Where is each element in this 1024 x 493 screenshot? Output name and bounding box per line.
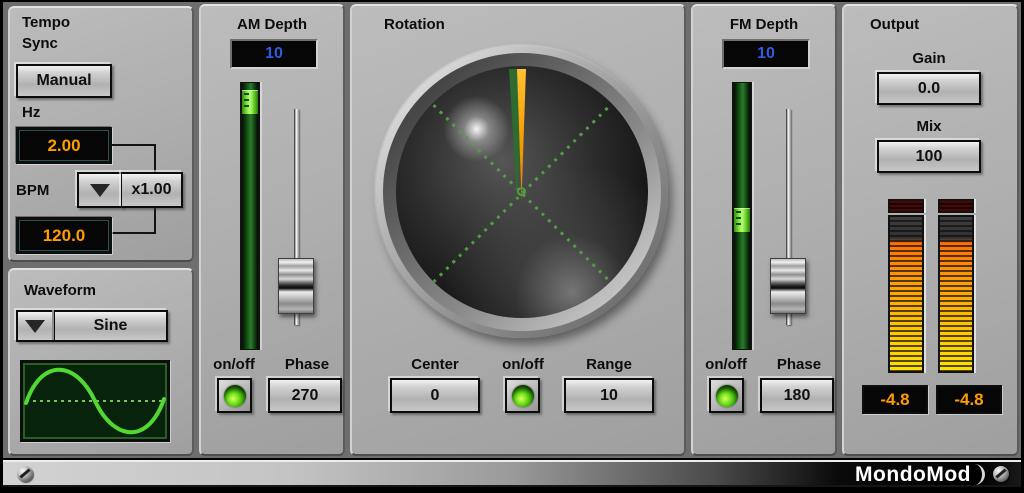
fm-depth-panel: FM Depth 10 on/off Phase 180 [691, 4, 837, 456]
gain-button[interactable]: 0.0 [877, 72, 981, 105]
rotation-heading: Rotation [384, 16, 445, 33]
screw-icon [993, 466, 1009, 482]
output-level-right-value: -4.8 [954, 390, 983, 410]
hz-display[interactable]: 2.00 [16, 127, 112, 164]
bottom-bar: MondoMod [3, 460, 1021, 487]
bpm-value: 120.0 [43, 226, 86, 246]
crosshair-center-icon [517, 187, 526, 196]
hz-to-multiplier-connector [112, 144, 156, 172]
rotation-ball-ring [383, 53, 661, 331]
logo-end-cap [973, 464, 985, 485]
fm-onoff-led-icon [716, 385, 738, 407]
hz-label: Hz [22, 104, 40, 121]
screw-slot [995, 468, 1006, 478]
dropdown-arrow-icon [25, 320, 45, 333]
bpm-display[interactable]: 120.0 [16, 217, 112, 254]
waveform-select[interactable]: Sine [54, 310, 168, 342]
am-depth-panel: AM Depth 10 on/off Phase 270 [199, 4, 345, 456]
sine-wave-graphic [23, 363, 167, 439]
tempo-sync-mode-button[interactable]: Manual [16, 64, 112, 98]
mix-label: Mix [877, 118, 981, 135]
rotation-onoff-led-icon [512, 385, 534, 407]
am-heading: AM Depth [201, 16, 343, 33]
meter-level-segments [888, 215, 924, 373]
bpm-multiplier-value: x1.00 [131, 181, 171, 199]
waveform-heading: Waveform [24, 282, 96, 299]
am-onoff-label: on/off [203, 356, 265, 373]
output-level-left-value: -4.8 [880, 390, 909, 410]
rotation-center-label: Center [390, 356, 480, 373]
meter-level-segments [938, 215, 974, 373]
am-depth-value: 10 [265, 45, 283, 63]
rotation-ball-control[interactable] [396, 66, 648, 318]
waveform-scope-display [20, 360, 170, 442]
am-phase-value: 270 [292, 387, 319, 405]
am-onoff-button[interactable] [217, 378, 252, 413]
rotation-onoff-button[interactable] [505, 378, 540, 413]
output-meter-left [888, 199, 924, 373]
mix-value: 100 [916, 148, 943, 166]
output-heading: Output [870, 16, 919, 33]
bpm-to-multiplier-connector [112, 206, 156, 234]
am-onoff-led-icon [224, 385, 246, 407]
fm-slider-handle[interactable] [770, 258, 806, 314]
output-meter-right [938, 199, 974, 373]
fm-heading: FM Depth [693, 16, 835, 33]
output-level-readout-right[interactable]: -4.8 [936, 385, 1002, 414]
meter-clip-segment [938, 199, 974, 213]
am-phase-label: Phase [271, 356, 343, 373]
waveform-panel: Waveform Sine [8, 268, 194, 456]
screw-slot [19, 468, 30, 478]
waveform-dropdown-button[interactable] [16, 310, 54, 342]
bar-handle-ticks [244, 93, 249, 111]
fm-phase-value: 180 [784, 387, 811, 405]
fm-phase-label: Phase [763, 356, 835, 373]
mix-button[interactable]: 100 [877, 140, 981, 173]
gain-value: 0.0 [918, 80, 940, 98]
waveform-selected-value: Sine [94, 317, 128, 335]
rotation-center-button[interactable]: 0 [390, 378, 480, 413]
fm-depth-value: 10 [757, 45, 775, 63]
screw-icon [17, 466, 33, 482]
rotation-range-button[interactable]: 10 [564, 378, 654, 413]
rotation-center-value: 0 [431, 387, 440, 405]
bar-handle-ticks [736, 211, 741, 229]
am-depth-display[interactable]: 10 [230, 39, 318, 69]
tempo-sync-panel: Tempo Sync Manual Hz 2.00 BPM x1.00 120.… [8, 6, 194, 262]
meter-clip-segment [888, 199, 924, 213]
output-level-readout-left[interactable]: -4.8 [862, 385, 928, 414]
rotation-onoff-label: on/off [496, 356, 550, 373]
tempo-heading-line1: Tempo [22, 14, 70, 31]
plugin-window: Tempo Sync Manual Hz 2.00 BPM x1.00 120.… [0, 0, 1024, 493]
fm-depth-display[interactable]: 10 [722, 39, 810, 69]
am-phase-button[interactable]: 270 [268, 378, 342, 413]
rotation-ball-bezel [376, 46, 668, 338]
am-depth-level-bar[interactable] [240, 82, 260, 350]
tempo-heading-line2: Sync [22, 35, 58, 52]
plugin-logo: MondoMod [855, 463, 971, 487]
am-slider-handle[interactable] [278, 258, 314, 314]
hz-value: 2.00 [47, 136, 80, 156]
fm-onoff-label: on/off [695, 356, 757, 373]
fm-onoff-button[interactable] [709, 378, 744, 413]
gain-label: Gain [877, 50, 981, 67]
am-depth-bar-handle[interactable] [242, 90, 258, 114]
bpm-label: BPM [16, 182, 49, 199]
bpm-multiplier-dropdown-button[interactable] [77, 172, 123, 208]
rotation-panel: Rotation Center on/off Range 0 10 [350, 4, 686, 456]
output-panel: Output Gain 0.0 Mix 100 -4.8 -4.8 [842, 4, 1019, 456]
rotation-range-value: 10 [600, 387, 618, 405]
bpm-multiplier-value-button[interactable]: x1.00 [121, 172, 183, 208]
tempo-sync-mode-label: Manual [36, 72, 91, 90]
dropdown-arrow-icon [90, 184, 110, 197]
rotation-range-label: Range [564, 356, 654, 373]
fm-phase-button[interactable]: 180 [760, 378, 834, 413]
fm-depth-bar-handle[interactable] [734, 208, 750, 232]
fm-depth-level-bar[interactable] [732, 82, 752, 350]
